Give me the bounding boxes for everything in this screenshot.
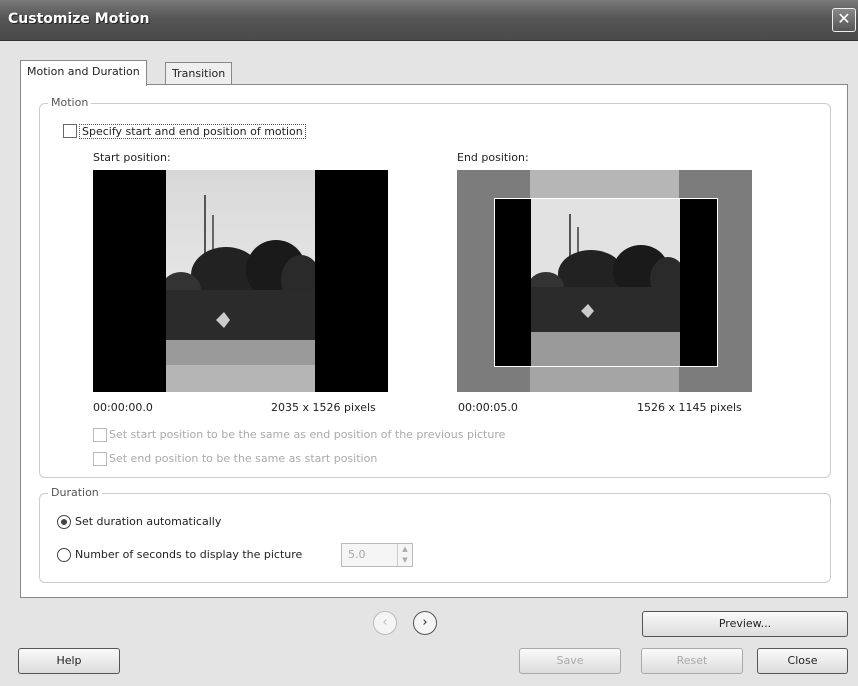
radio-selected-dot [61, 519, 67, 525]
start-same-as-previous-checkbox[interactable] [93, 428, 107, 442]
close-icon: ✕ [837, 9, 851, 28]
tab-transition[interactable]: Transition [165, 62, 233, 85]
title-bar: Customize Motion ✕ [0, 0, 858, 41]
tab-motion-and-duration[interactable]: Motion and Duration [20, 60, 147, 86]
preview-button[interactable]: Preview... [642, 611, 848, 637]
reset-button[interactable]: Reset [641, 648, 743, 674]
close-window-button[interactable]: ✕ [832, 8, 856, 32]
close-button[interactable]: Close [757, 648, 848, 674]
window-title: Customize Motion [8, 11, 150, 27]
end-same-as-start-label[interactable]: Set end position to be the same as start… [109, 452, 377, 465]
end-same-as-start-checkbox[interactable] [93, 452, 107, 466]
end-time: 00:00:05.0 [458, 401, 518, 414]
end-position-preview[interactable] [457, 170, 752, 392]
end-position-label: End position: [457, 151, 529, 164]
chevron-right-icon: › [422, 615, 428, 630]
motion-group-label: Motion [48, 96, 92, 109]
duration-group-label: Duration [48, 486, 102, 499]
duration-auto-label[interactable]: Set duration automatically [75, 515, 221, 528]
start-position-label: Start position: [93, 151, 171, 164]
start-photo [166, 170, 315, 392]
duration-manual-radio[interactable] [57, 548, 71, 562]
duration-group: Duration [39, 486, 831, 583]
end-photo [531, 199, 680, 366]
duration-auto-radio[interactable] [57, 515, 71, 529]
help-button[interactable]: Help [18, 648, 120, 674]
next-picture-button[interactable]: › [413, 611, 437, 635]
tab-panel: Motion Specify start and end position of… [20, 84, 848, 598]
end-size: 1526 x 1145 pixels [637, 401, 742, 414]
chevron-left-icon: ‹ [382, 615, 388, 630]
seconds-value: 5.0 [348, 548, 366, 561]
start-size: 2035 x 1526 pixels [271, 401, 376, 414]
start-position-preview[interactable] [93, 170, 388, 392]
seconds-stepper[interactable]: 5.0 ▲ ▼ [341, 543, 413, 567]
specify-motion-checkbox[interactable] [63, 124, 77, 138]
spin-arrows-icon[interactable]: ▲ ▼ [397, 544, 412, 566]
end-crop-frame[interactable] [494, 198, 718, 367]
start-time: 00:00:00.0 [93, 401, 153, 414]
start-same-as-previous-label[interactable]: Set start position to be the same as end… [109, 428, 505, 441]
save-button[interactable]: Save [519, 648, 621, 674]
duration-manual-label[interactable]: Number of seconds to display the picture [75, 548, 302, 561]
specify-motion-label[interactable]: Specify start and end position of motion [79, 124, 306, 139]
previous-picture-button[interactable]: ‹ [373, 611, 397, 635]
